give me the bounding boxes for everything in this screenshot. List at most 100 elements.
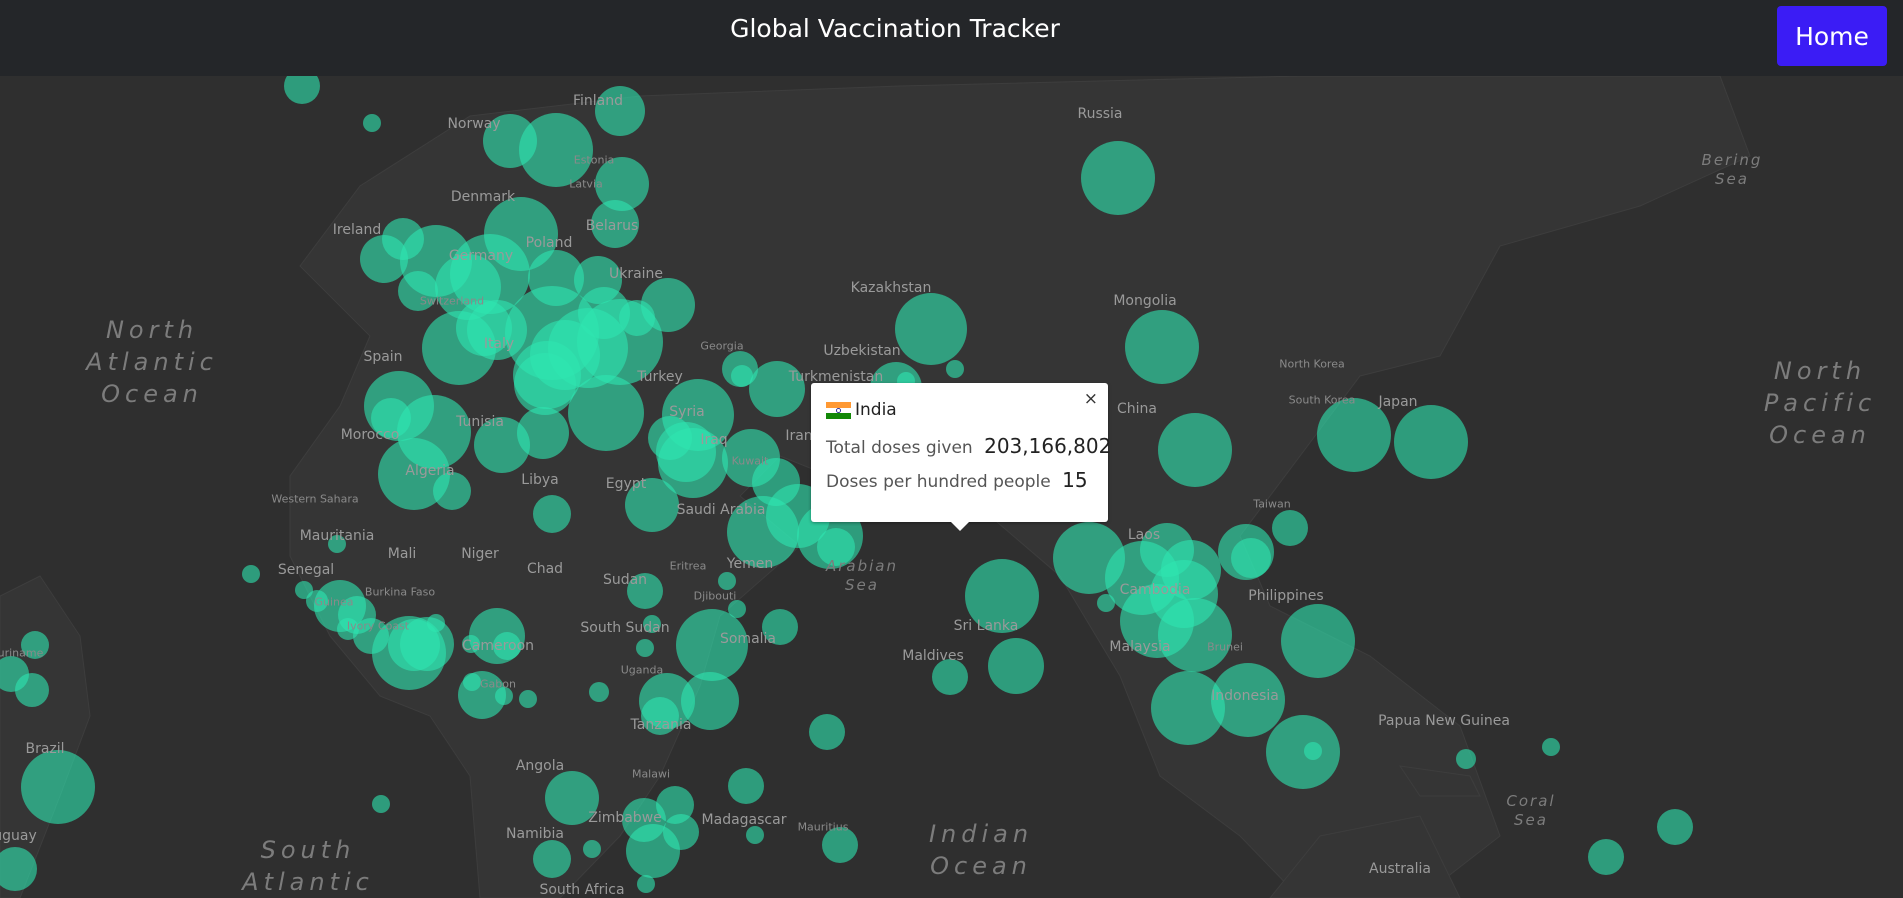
country-label-mauritania: Mauritania xyxy=(299,528,375,544)
vaccination-bubble[interactable] xyxy=(1281,604,1355,678)
vaccination-bubble[interactable] xyxy=(1151,671,1225,745)
vaccination-bubble[interactable] xyxy=(519,690,537,708)
vaccination-bubble[interactable] xyxy=(21,750,95,824)
vaccination-bubble[interactable] xyxy=(1456,749,1476,769)
vaccination-bubble[interactable] xyxy=(637,875,655,893)
vaccination-bubble[interactable] xyxy=(568,375,644,451)
vaccination-bubble[interactable] xyxy=(519,113,593,187)
vaccination-bubble[interactable] xyxy=(533,495,571,533)
country-label-italy: Italy xyxy=(483,336,515,352)
vaccination-bubble[interactable] xyxy=(895,293,967,365)
country-label-yemen: Yemen xyxy=(726,556,774,572)
ocean-label-indian: Indian Ocean xyxy=(928,820,1034,880)
country-label-russia: Russia xyxy=(1077,106,1123,122)
country-label-suriname: Suriname xyxy=(0,646,44,660)
country-label-estonia: Estonia xyxy=(573,153,615,167)
per-hundred-label: Doses per hundred people xyxy=(826,472,1051,492)
vaccination-bubble[interactable] xyxy=(1081,141,1155,215)
vaccination-bubble[interactable] xyxy=(1588,839,1624,875)
vaccination-bubble[interactable] xyxy=(517,407,569,459)
country-label-uganda: Uganda xyxy=(620,663,664,677)
country-label-poland: Poland xyxy=(525,235,573,251)
header-bar: Global Vaccination Tracker Home xyxy=(0,0,1903,76)
country-label-ukraine: Ukraine xyxy=(608,266,664,282)
vaccination-bubble[interactable] xyxy=(1657,809,1693,845)
country-label-japan: Japan xyxy=(1378,394,1418,410)
country-label-sri-lanka: Sri Lanka xyxy=(953,618,1019,634)
country-label-kuwait: Kuwait xyxy=(731,454,769,468)
country-label-south-africa: South Africa xyxy=(539,882,625,898)
vaccination-bubble[interactable] xyxy=(932,659,968,695)
country-label-mongolia: Mongolia xyxy=(1113,293,1177,309)
country-label-guinea: Guinea xyxy=(314,595,354,609)
vaccination-bubble[interactable] xyxy=(514,353,576,415)
country-label-niger: Niger xyxy=(461,546,499,562)
country-label-maldives: Maldives xyxy=(902,648,964,664)
country-label-south-korea: South Korea xyxy=(1288,393,1356,407)
country-label-saudi-arabia: Saudi Arabia xyxy=(676,502,766,518)
country-label-chad: Chad xyxy=(526,561,564,577)
vaccination-bubble[interactable] xyxy=(533,840,571,878)
page-title: Global Vaccination Tracker xyxy=(730,14,1060,43)
country-label-malawi: Malawi xyxy=(631,767,671,781)
vaccination-bubble[interactable] xyxy=(242,565,260,583)
country-label-syria: Syria xyxy=(669,404,705,420)
vaccination-bubble[interactable] xyxy=(1304,742,1322,760)
vaccination-bubble[interactable] xyxy=(363,114,381,132)
home-button[interactable]: Home xyxy=(1777,6,1887,66)
vaccination-bubble[interactable] xyxy=(1266,715,1340,789)
country-label-eritrea: Eritrea xyxy=(669,559,707,573)
popup-pointer xyxy=(950,521,970,531)
country-label-mauritius: Mauritius xyxy=(797,820,849,834)
country-label-zimbabwe: Zimbabwe xyxy=(588,810,662,826)
country-label-madagascar: Madagascar xyxy=(701,812,787,828)
country-label-latvia: Latvia xyxy=(569,177,603,191)
country-label-egypt: Egypt xyxy=(605,476,647,492)
vaccination-bubble[interactable] xyxy=(1158,413,1232,487)
vaccination-bubble[interactable] xyxy=(988,638,1044,694)
vaccination-bubble[interactable] xyxy=(583,840,601,858)
vaccination-bubble[interactable] xyxy=(946,360,964,378)
vaccination-bubble[interactable] xyxy=(619,300,655,336)
vaccination-bubble[interactable] xyxy=(589,682,609,702)
country-label-ivory-coast: Ivory Coast xyxy=(346,619,410,633)
vaccination-bubble[interactable] xyxy=(809,714,845,750)
close-icon[interactable]: × xyxy=(1080,387,1102,411)
country-label-gabon: Gabon xyxy=(480,677,516,691)
country-label-brazil: Brazil xyxy=(25,741,65,757)
country-label-kazakhstan: Kazakhstan xyxy=(850,280,932,296)
popup-country-name: India xyxy=(855,400,897,420)
ocean-label-south-atlantic: South Atlantic xyxy=(242,836,374,896)
vaccination-bubble[interactable] xyxy=(1231,538,1271,578)
country-label-sudan: Sudan xyxy=(602,572,648,588)
vaccination-bubble[interactable] xyxy=(372,795,390,813)
vaccination-bubble[interactable] xyxy=(284,76,320,104)
vaccination-bubble[interactable] xyxy=(1542,738,1560,756)
country-label-burkina-faso: Burkina Faso xyxy=(364,585,436,599)
country-label-iran: Iran xyxy=(785,428,813,444)
vaccination-bubble[interactable] xyxy=(15,673,49,707)
vaccination-bubble[interactable] xyxy=(636,639,654,657)
per-hundred-row: Doses per hundred people 15 xyxy=(826,468,1088,492)
vaccination-bubble[interactable] xyxy=(1125,310,1199,384)
doses-label: Total doses given xyxy=(826,438,973,458)
country-label-belarus: Belarus xyxy=(585,218,639,234)
vaccination-bubble[interactable] xyxy=(1158,598,1232,672)
country-label-tunisia: Tunisia xyxy=(456,414,504,430)
country-label-algeria: Algeria xyxy=(405,463,455,479)
country-label-china: China xyxy=(1117,401,1157,417)
country-label-switzerland: Switzerland xyxy=(419,294,485,308)
country-label-georgia: Georgia xyxy=(700,339,744,353)
vaccination-bubble[interactable] xyxy=(746,826,764,844)
vaccination-bubble[interactable] xyxy=(1272,510,1308,546)
country-label-tanzania: Tanzania xyxy=(630,717,692,733)
country-label-taiwan: Taiwan xyxy=(1253,497,1291,511)
doses-row: Total doses given 203,166,802 xyxy=(826,434,1111,458)
country-label-south-sudan: South Sudan xyxy=(580,620,670,636)
vaccination-bubble[interactable] xyxy=(626,824,680,878)
vaccination-bubble[interactable] xyxy=(1394,405,1468,479)
country-label-djibouti: Djibouti xyxy=(693,589,737,603)
vaccination-bubble[interactable] xyxy=(718,572,736,590)
vaccination-bubble[interactable] xyxy=(728,768,764,804)
ocean-label-bering-sea: Bering Sea xyxy=(1701,151,1763,188)
